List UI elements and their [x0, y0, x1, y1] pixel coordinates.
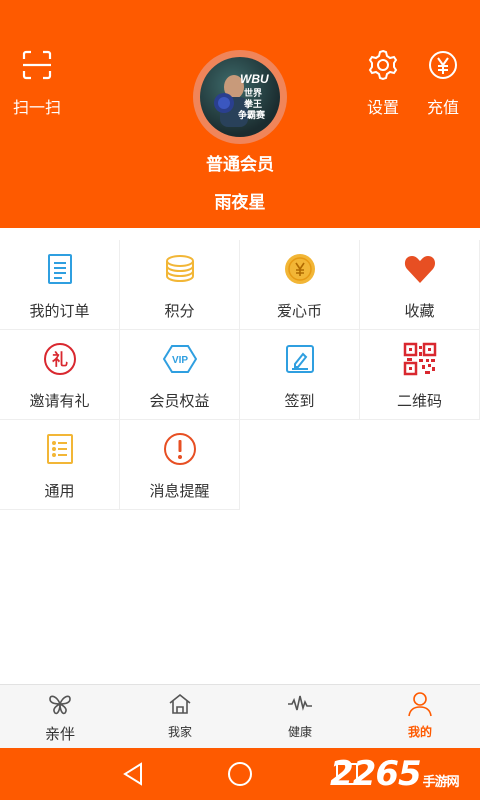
points-coins-icon	[165, 255, 194, 283]
watermark-main: 2265	[330, 754, 422, 794]
recharge-label: 充值	[426, 98, 459, 117]
yen-coin-icon	[429, 51, 457, 79]
pulse-icon	[288, 695, 312, 711]
app-screen: 扫一扫 WBU 世界 拳王 争霸赛 设置 充值 普通会员 雨夜星 我的订单 积分…	[0, 0, 480, 800]
watermark-logo: 2265 手游网	[330, 754, 460, 794]
heart-icon	[404, 256, 435, 283]
tab-mine[interactable]: 我的	[360, 685, 480, 749]
avatar[interactable]: WBU 世界 拳王 争霸赛	[193, 50, 287, 144]
scan-button[interactable]: 扫一扫	[2, 48, 72, 118]
bottom-tab-bar: 亲伴 我家 健康 我的	[0, 684, 480, 748]
tab-health[interactable]: 健康	[240, 685, 360, 749]
general-list-icon	[46, 434, 73, 464]
nickname: 雨夜星	[214, 193, 266, 213]
settings-label: 设置	[366, 98, 399, 117]
svg-text:VIP: VIP	[171, 355, 187, 366]
grid-item-orders[interactable]: 我的订单	[0, 240, 120, 330]
grid-item-invite[interactable]: 礼 邀请有礼	[0, 330, 120, 420]
profile-header: 扫一扫 WBU 世界 拳王 争霸赛 设置 充值 普通会员 雨夜星	[0, 0, 480, 228]
tab-label: 我家	[167, 725, 192, 739]
recharge-button[interactable]: 充值	[408, 48, 478, 118]
scan-label: 扫一扫	[12, 98, 61, 117]
tab-my-home[interactable]: 我家	[120, 685, 240, 749]
watermark-sub: 手游网	[422, 775, 460, 790]
grid-item-label: 通用	[44, 482, 75, 500]
order-list-icon	[47, 254, 72, 284]
scan-icon	[22, 50, 52, 80]
home-icon	[169, 693, 191, 714]
grid-item-label: 我的订单	[29, 302, 90, 320]
tab-label: 健康	[287, 725, 312, 739]
grid-item-checkin[interactable]: 签到	[240, 330, 360, 420]
home-circle-icon[interactable]	[226, 760, 254, 788]
member-level: 普通会员	[206, 155, 274, 175]
grid-item-label: 收藏	[404, 302, 435, 320]
love-coin-icon	[284, 254, 315, 284]
svg-text:争霸赛: 争霸赛	[238, 109, 266, 120]
vip-icon: VIP	[162, 345, 197, 373]
grid-item-label: 二维码	[396, 392, 442, 410]
svg-text:礼: 礼	[51, 350, 67, 369]
grid-item-notifications[interactable]: 消息提醒	[120, 420, 240, 510]
svg-text:世界: 世界	[244, 87, 262, 98]
system-navigation-bar: 2265 手游网	[0, 748, 480, 800]
back-icon[interactable]	[119, 760, 147, 788]
grid-item-qr-code[interactable]: 二维码	[360, 330, 480, 420]
grid-item-vip-benefits[interactable]: VIP 会员权益	[120, 330, 240, 420]
user-icon	[408, 692, 432, 717]
grid-item-general[interactable]: 通用	[0, 420, 120, 510]
grid-item-points[interactable]: 积分	[120, 240, 240, 330]
tab-label: 亲伴	[44, 725, 75, 743]
tab-label: 我的	[407, 725, 432, 739]
alert-icon	[163, 433, 196, 465]
grid-item-label: 签到	[284, 392, 315, 410]
avatar-image: WBU 世界 拳王 争霸赛	[200, 57, 280, 137]
grid-item-favorites[interactable]: 收藏	[360, 240, 480, 330]
grid-item-label: 积分	[164, 302, 195, 320]
svg-text:WBU: WBU	[240, 72, 269, 86]
qr-code-icon	[403, 342, 436, 376]
butterfly-icon	[49, 695, 71, 715]
svg-text:拳王: 拳王	[243, 98, 262, 109]
grid-item-love-coin[interactable]: 爱心币	[240, 240, 360, 330]
boxer-avatar-icon: WBU 世界 拳王 争霸赛	[214, 72, 269, 127]
grid-item-label: 邀请有礼	[29, 392, 90, 410]
gift-invite-icon: 礼	[43, 343, 76, 375]
grid-item-label: 爱心币	[276, 302, 322, 320]
grid-item-label: 会员权益	[149, 392, 210, 410]
tab-companion[interactable]: 亲伴	[0, 685, 120, 749]
checkin-icon	[285, 345, 314, 373]
gear-icon	[368, 49, 398, 81]
grid-item-label: 消息提醒	[149, 482, 210, 500]
